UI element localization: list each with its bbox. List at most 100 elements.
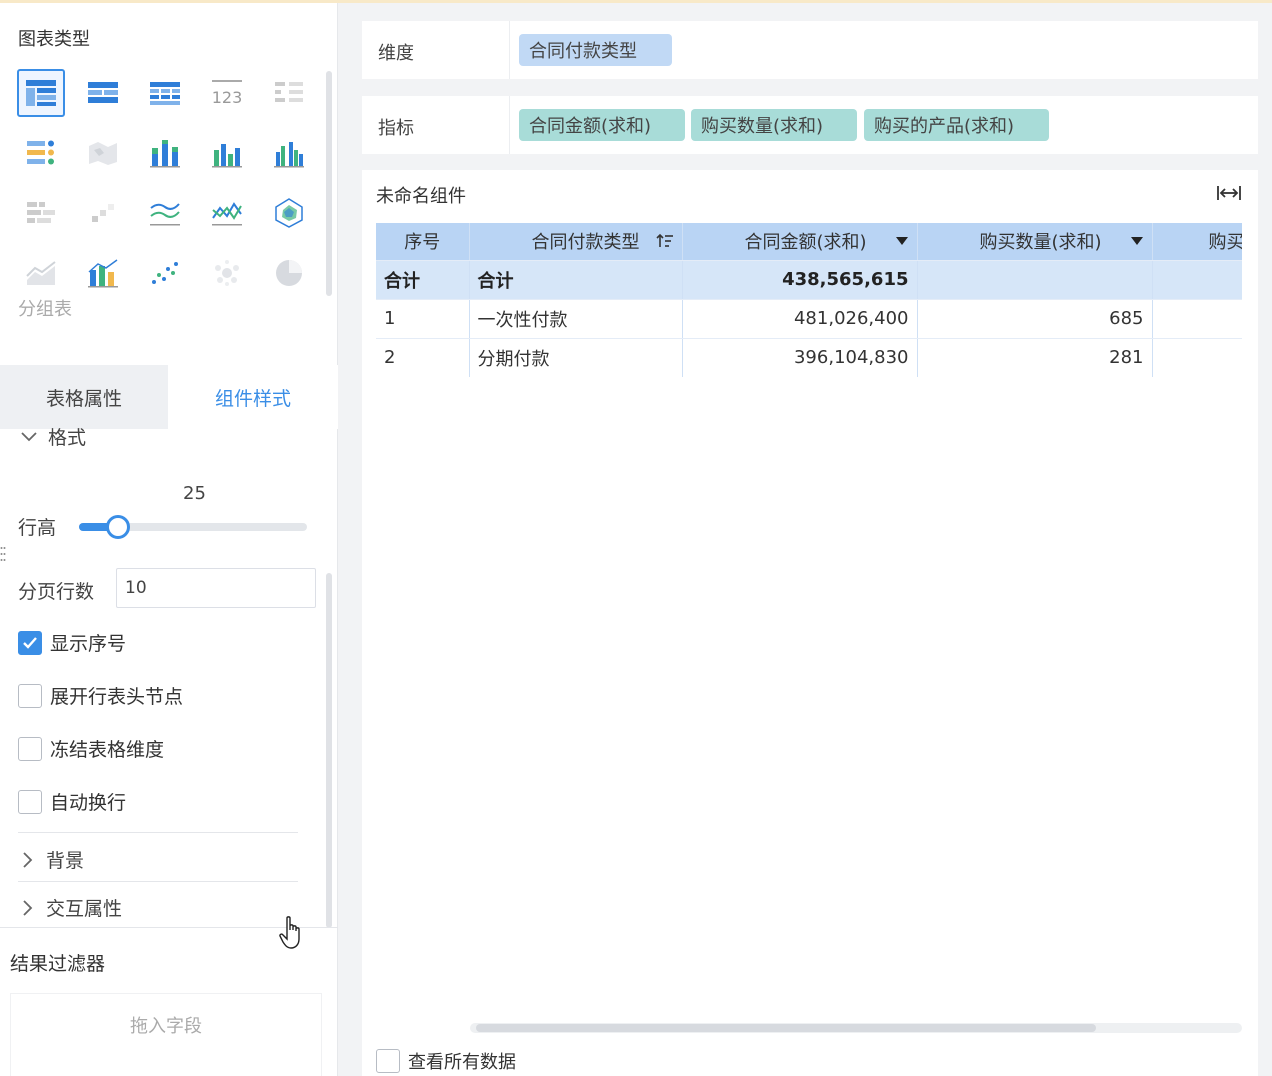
checkbox[interactable] <box>18 683 42 708</box>
step-chart-icon[interactable] <box>79 189 127 237</box>
table-cell: 2 <box>376 338 470 377</box>
column-chart-icon[interactable] <box>203 129 251 177</box>
divider <box>18 832 298 833</box>
column-header-index[interactable]: 序号 <box>376 223 470 261</box>
row-height-value: 25 <box>183 483 206 504</box>
page-rows-input[interactable] <box>116 568 316 608</box>
table-total-row: 合计 合计 438,565,615 <box>376 260 1242 300</box>
column-header-products[interactable]: 购买 <box>1152 223 1243 261</box>
measure-label: 指标 <box>378 118 414 139</box>
resize-grip-icon[interactable] <box>0 545 6 563</box>
sort-asc-icon[interactable] <box>655 232 674 250</box>
kpi-number-icon[interactable]: 123 <box>203 69 251 117</box>
detail-table-icon[interactable] <box>79 69 127 117</box>
format-section-label: 格式 <box>48 427 87 449</box>
column-header-label: 合同付款类型 <box>531 232 640 254</box>
hand-cursor-icon <box>279 916 300 949</box>
option-expand-row-header[interactable]: 展开行表头节点 <box>18 682 183 709</box>
measure-field-box: 指标 合同金额(求和) 购买数量(求和) 购买的产品(求和) <box>362 96 1258 154</box>
text-list-icon[interactable] <box>265 69 313 117</box>
scatter-chart-icon[interactable] <box>141 249 189 297</box>
page-rows-label: 分页行数 <box>18 581 95 603</box>
property-tabs: 表格属性 组件样式 <box>0 365 338 429</box>
background-section-label: 背景 <box>46 850 85 872</box>
checkbox[interactable] <box>18 736 42 761</box>
field-separator <box>509 96 510 154</box>
horizontal-scrollbar-thumb[interactable] <box>476 1024 1096 1032</box>
area-chart-icon[interactable] <box>17 249 65 297</box>
drop-zone-placeholder: 拖入字段 <box>130 1016 202 1037</box>
table-cell: 281 <box>917 338 1153 377</box>
tab-table-properties[interactable]: 表格属性 <box>0 365 168 429</box>
measure-pill[interactable]: 购买数量(求和) <box>691 109 857 141</box>
column-header-label: 购买 <box>1208 232 1243 254</box>
bar-chart-icon[interactable] <box>17 189 65 237</box>
option-freeze-dimension[interactable]: 冻结表格维度 <box>18 735 164 762</box>
column-header-payment-type[interactable]: 合同付款类型 <box>469 223 683 261</box>
column-header-contract-amount[interactable]: 合同金额(求和) <box>682 223 918 261</box>
polyline-chart-icon[interactable] <box>203 189 251 237</box>
line-chart-icon[interactable] <box>141 189 189 237</box>
chart-type-title: 图表类型 <box>18 29 90 50</box>
radar-chart-icon[interactable] <box>265 189 313 237</box>
dropdown-triangle-icon[interactable] <box>895 236 909 246</box>
checkbox[interactable] <box>18 789 42 814</box>
option-label: 展开行表头节点 <box>50 686 184 708</box>
map-icon[interactable] <box>79 129 127 177</box>
table-widget: 未命名组件 序号 合同付款类型 合同金额(求和) 购买数量(求和) 购买 合计 … <box>362 170 1258 1076</box>
background-section-header[interactable]: 背景 <box>22 846 84 873</box>
dropdown-triangle-icon[interactable] <box>1130 236 1144 246</box>
filter-drop-zone[interactable]: 拖入字段 <box>10 993 322 1076</box>
grouped-column-icon[interactable] <box>265 129 313 177</box>
option-label: 自动换行 <box>50 792 127 814</box>
combo-chart-icon[interactable] <box>79 249 127 297</box>
table-cell: 合计 <box>469 260 683 300</box>
measure-pill[interactable]: 合同金额(求和) <box>519 109 685 141</box>
checkbox[interactable] <box>18 630 42 655</box>
group-table-icon[interactable] <box>17 69 65 117</box>
dimension-label: 维度 <box>378 43 414 64</box>
chevron-down-icon <box>21 431 37 441</box>
measure-pill[interactable]: 购买的产品(求和) <box>864 109 1049 141</box>
style-panel-scrollbar[interactable] <box>326 573 332 928</box>
row-height-slider[interactable] <box>79 515 307 539</box>
table-cell: 438,565,615 <box>682 260 918 300</box>
chevron-right-icon <box>23 851 33 868</box>
table-header-row: 序号 合同付款类型 合同金额(求和) 购买数量(求和) 购买 <box>376 223 1243 261</box>
cross-table-icon[interactable] <box>141 69 189 117</box>
table-cell <box>1152 260 1242 300</box>
result-filter-title: 结果过滤器 <box>10 953 106 975</box>
svg-text:123: 123 <box>212 88 243 107</box>
column-header-label: 序号 <box>404 232 441 254</box>
data-table-wrapper: 序号 合同付款类型 合同金额(求和) 购买数量(求和) 购买 合计 合计 438… <box>376 223 1242 377</box>
checkbox[interactable] <box>376 1049 400 1073</box>
stacked-bar-icon[interactable] <box>141 129 189 177</box>
filter-component-icon[interactable] <box>17 129 65 177</box>
option-show-index[interactable]: 显示序号 <box>18 629 126 656</box>
table-cell: 1 <box>376 299 470 339</box>
option-auto-wrap[interactable]: 自动换行 <box>18 788 126 815</box>
option-label: 显示序号 <box>50 633 127 655</box>
tab-component-style[interactable]: 组件样式 <box>168 365 338 429</box>
table-row[interactable]: 2 分期付款 396,104,830 281 <box>376 338 1242 377</box>
field-separator <box>509 21 510 79</box>
horizontal-scrollbar[interactable] <box>470 1023 1242 1033</box>
row-height-label: 行高 <box>18 517 57 539</box>
column-header-quantity[interactable]: 购买数量(求和) <box>917 223 1153 261</box>
format-section-header[interactable]: 格式 <box>20 423 86 450</box>
table-cell: 481,026,400 <box>682 299 918 339</box>
expand-width-icon[interactable] <box>1216 184 1242 202</box>
pie-chart-icon[interactable] <box>265 249 313 297</box>
dimension-field-box: 维度 合同付款类型 <box>362 21 1258 79</box>
view-all-data-option[interactable]: 查看所有数据 <box>376 1048 516 1074</box>
chevron-right-icon <box>23 899 33 916</box>
dimension-pill[interactable]: 合同付款类型 <box>519 34 672 66</box>
row-height-slider-thumb[interactable] <box>105 515 130 539</box>
table-cell: 分期付款 <box>469 338 683 377</box>
chart-types-scrollbar[interactable] <box>326 71 332 296</box>
table-cell: 一次性付款 <box>469 299 683 339</box>
interaction-section-header[interactable]: 交互属性 <box>22 894 122 921</box>
table-row[interactable]: 1 一次性付款 481,026,400 685 <box>376 299 1242 339</box>
bubble-chart-icon[interactable] <box>203 249 251 297</box>
table-cell <box>917 260 1153 300</box>
